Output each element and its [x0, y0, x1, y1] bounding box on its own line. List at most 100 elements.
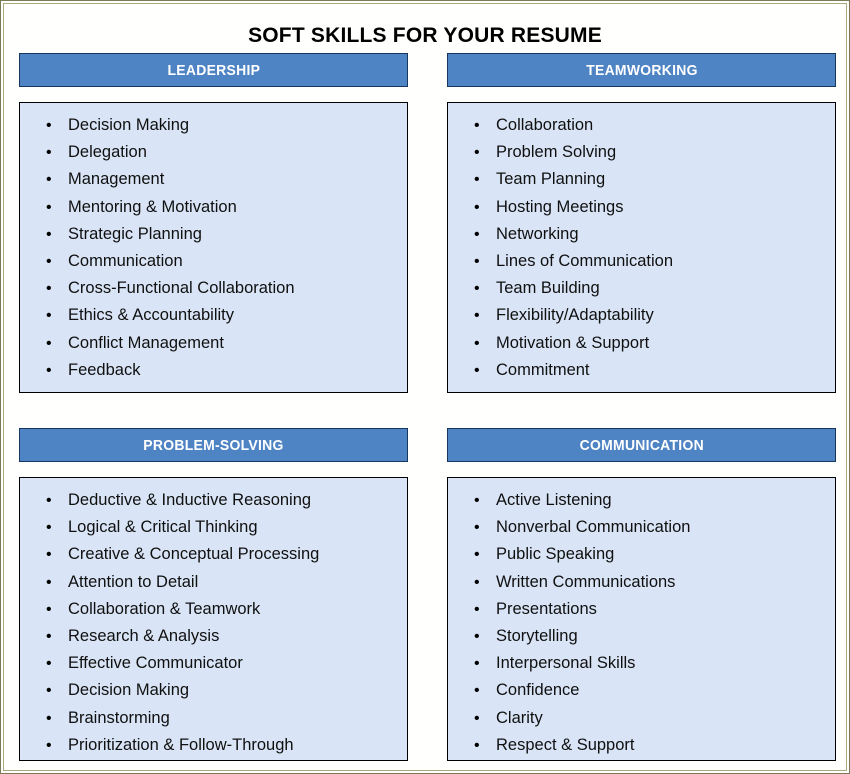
bullet-icon: • — [46, 334, 52, 352]
skill-card-teamworking: TEAMWORKING • Collaboration • Problem Solv… — [447, 53, 836, 393]
list-item-label: Problem Solving — [496, 143, 617, 162]
bullet-icon: • — [474, 117, 480, 134]
bullet-icon: • — [474, 253, 480, 271]
bullet-icon: • — [474, 600, 480, 618]
bullet-icon: • — [474, 307, 480, 325]
list-item: • Prioritization & Follow-Through — [30, 732, 397, 759]
list-item-label: Cross-Functional Collaboration — [68, 279, 295, 298]
bullet-icon: • — [46, 600, 52, 618]
bullet-icon: • — [474, 655, 480, 673]
bullet-icon: • — [474, 736, 480, 754]
bullet-icon: • — [46, 117, 52, 134]
list-item: • Team Planning — [458, 166, 825, 193]
bullet-icon: • — [474, 171, 480, 189]
skill-list-communication: • Active Listening • Nonverbal Communicati… — [458, 487, 825, 759]
list-item-label: Management — [68, 170, 165, 189]
list-item-label: Interpersonal Skills — [496, 654, 636, 673]
list-item-label: Delegation — [68, 143, 147, 162]
page-title: SOFT SKILLS FOR YOUR RESUME — [248, 24, 602, 48]
list-item-label: Nonverbal Communication — [496, 518, 691, 537]
list-item: • Networking — [458, 221, 825, 248]
list-item: • Effective Communicator — [30, 650, 397, 677]
skill-list-problem-solving: • Deductive & Inductive Reasoning • Logica… — [30, 487, 397, 759]
bullet-icon: • — [474, 144, 480, 162]
bullet-icon: • — [474, 361, 480, 379]
list-item: • Decision Making — [30, 112, 397, 139]
list-item: • Presentations — [458, 596, 825, 623]
list-item: • Communication — [30, 248, 397, 275]
list-item: • Collaboration & Teamwork — [30, 596, 397, 623]
list-item-label: Conflict Management — [68, 333, 224, 352]
list-item: • Commitment — [458, 357, 825, 384]
skill-list-leadership: • Decision Making • Delegation • Management… — [30, 112, 397, 384]
bullet-icon: • — [46, 682, 52, 700]
list-item: • Research & Analysis — [30, 623, 397, 650]
list-item: • Team Building — [458, 275, 825, 302]
list-item-label: Motivation & Support — [496, 333, 650, 352]
list-item-label: Decision Making — [68, 116, 190, 134]
list-item-label: Prioritization & Follow-Through — [68, 735, 294, 754]
list-item-label: Decision Making — [68, 681, 190, 700]
bullet-icon: • — [474, 709, 480, 727]
list-item-label: Feedback — [68, 360, 141, 379]
list-item-label: Flexibility/Adaptability — [496, 306, 654, 325]
bullet-icon: • — [46, 144, 52, 162]
list-item-label: Team Planning — [496, 170, 606, 189]
bullet-icon: • — [474, 682, 480, 700]
list-item-label: Communication — [68, 252, 183, 271]
list-item: • Delegation — [30, 139, 397, 166]
bullet-icon: • — [46, 736, 52, 754]
list-item-label: Deductive & Inductive Reasoning — [68, 491, 312, 509]
bullet-icon: • — [474, 546, 480, 564]
page-inner-border: SOFT SKILLS FOR YOUR RESUME LEADERSHIP •… — [3, 3, 847, 771]
skill-card-communication: COMMUNICATION • Active Listening • Nonverb… — [447, 428, 836, 761]
list-item-label: Clarity — [496, 708, 543, 727]
list-item: • Logical & Critical Thinking — [30, 514, 397, 541]
bullet-icon: • — [46, 546, 52, 564]
list-item: • Management — [30, 166, 397, 193]
list-item-label: Effective Communicator — [68, 654, 243, 673]
card-header-label: PROBLEM-SOLVING — [143, 436, 284, 454]
bullet-icon: • — [474, 280, 480, 298]
list-item: • Respect & Support — [458, 732, 825, 759]
list-item: • Written Communications — [458, 569, 825, 596]
list-item-label: Attention to Detail — [68, 572, 199, 591]
list-item-label: Brainstorming — [68, 708, 170, 727]
list-item: • Attention to Detail — [30, 569, 397, 596]
document-page: SOFT SKILLS FOR YOUR RESUME LEADERSHIP •… — [0, 0, 850, 774]
list-item-label: Respect & Support — [496, 735, 635, 754]
list-item-label: Lines of Communication — [496, 252, 674, 271]
list-item: • Hosting Meetings — [458, 194, 825, 221]
list-item-label: Presentations — [496, 599, 597, 618]
list-item-label: Confidence — [496, 681, 580, 700]
bullet-icon: • — [474, 628, 480, 646]
list-item-label: Storytelling — [496, 627, 578, 646]
card-header-label: LEADERSHIP — [167, 61, 260, 79]
list-item: • Active Listening — [458, 487, 825, 514]
list-item: • Creative & Conceptual Processing — [30, 541, 397, 568]
list-item: • Problem Solving — [458, 139, 825, 166]
skill-card-leadership: LEADERSHIP • Decision Making • Delegation … — [19, 53, 408, 393]
list-item: • Collaboration — [458, 112, 825, 139]
list-item: • Decision Making — [30, 677, 397, 704]
list-item: • Interpersonal Skills — [458, 650, 825, 677]
list-item-label: Hosting Meetings — [496, 197, 624, 216]
card-header-teamworking: TEAMWORKING — [447, 53, 836, 87]
list-item: • Lines of Communication — [458, 248, 825, 275]
bullet-icon: • — [46, 573, 52, 591]
bullet-icon: • — [46, 709, 52, 727]
card-body-teamworking: • Collaboration • Problem Solving • Team Pl… — [447, 102, 836, 393]
card-header-communication: COMMUNICATION — [447, 428, 836, 462]
bullet-icon: • — [46, 280, 52, 298]
bullet-icon: • — [46, 307, 52, 325]
card-header-label: COMMUNICATION — [579, 436, 704, 454]
bullet-icon: • — [474, 225, 480, 243]
bullet-icon: • — [46, 492, 52, 509]
list-item-label: Team Building — [496, 279, 600, 298]
list-item: • Clarity — [458, 705, 825, 732]
list-item-label: Mentoring & Motivation — [68, 197, 237, 216]
list-item: • Feedback — [30, 357, 397, 384]
list-item: • Public Speaking — [458, 541, 825, 568]
bullet-icon: • — [46, 198, 52, 216]
list-item: • Deductive & Inductive Reasoning — [30, 487, 397, 514]
